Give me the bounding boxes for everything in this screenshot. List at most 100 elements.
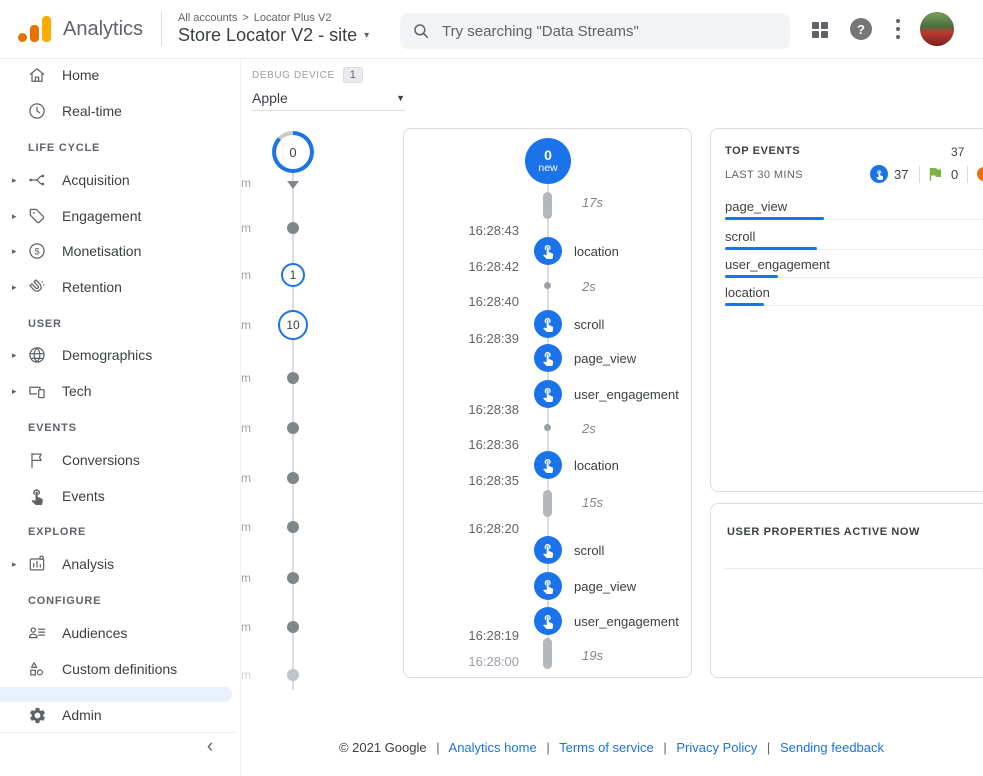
event-node[interactable] [534,607,562,635]
breadcrumb-root[interactable]: All accounts [178,12,237,24]
touch-icon [540,243,556,259]
property-name[interactable]: Store Locator V2 - site [178,25,357,46]
sidebar-item-engagement[interactable]: ▸ Engagement [0,199,240,233]
event-bar [725,303,764,306]
minutes-marker-icon [287,181,299,189]
apps-grid-icon[interactable] [812,22,828,38]
sidebar-section-lifecycle: LIFE CYCLE [28,134,100,162]
stream-gap-segment [543,192,552,219]
event-node[interactable] [534,572,562,600]
sidebar-item-custom-definitions[interactable]: Custom definitions [0,646,240,692]
analytics-logo-icon[interactable] [18,16,51,42]
timestamp: 16:28:39 [409,331,519,346]
touch-icon [540,386,556,402]
gear-icon [27,705,47,725]
expand-arrow-icon[interactable]: ▸ [12,559,22,570]
touch-icon [540,613,556,629]
event-count: 37 [894,167,908,182]
footer-link-analytics-home[interactable]: Analytics home [449,740,537,755]
sidebar-item-label: Retention [62,279,188,295]
app-header: Analytics All accounts > Locator Plus V2… [0,0,983,59]
top-event-row[interactable]: scroll [725,229,755,244]
top-event-row[interactable]: user_engagement [725,257,830,272]
expand-arrow-icon[interactable]: ▸ [12,211,22,222]
gap-duration: 2s [582,421,596,436]
sidebar-item-admin[interactable]: Admin [0,698,240,732]
minute-dot[interactable] [287,669,299,681]
event-name[interactable]: scroll [574,317,604,332]
sidebar-item-realtime[interactable]: Real-time [0,94,240,128]
event-node[interactable] [534,536,562,564]
event-bar [725,247,817,250]
footer-link-feedback[interactable]: Sending feedback [780,740,884,755]
expand-arrow-icon[interactable]: ▸ [12,246,22,257]
minutes-timeline-current[interactable]: 0 [272,131,314,173]
sidebar-item-events[interactable]: Events [0,479,240,513]
event-node[interactable] [534,310,562,338]
debug-device-select[interactable]: Apple ▼ [252,86,405,111]
minute-node-value: 1 [290,268,297,282]
expand-arrow-icon[interactable]: ▸ [12,175,22,186]
search-input[interactable] [440,22,774,41]
footer-link-privacy[interactable]: Privacy Policy [676,740,757,755]
debug-device-value: Apple [252,90,288,106]
touch-icon [540,457,556,473]
sidebar-item-retention[interactable]: ▸ Retention [0,270,240,304]
event-node[interactable] [534,451,562,479]
breadcrumb[interactable]: All accounts > Locator Plus V2 [178,12,369,24]
sidebar-item-acquisition[interactable]: ▸ Acquisition [0,163,240,197]
event-bar [725,275,778,278]
avatar[interactable] [920,12,954,46]
expand-arrow-icon[interactable]: ▸ [12,350,22,361]
minute-node-count[interactable]: 10 [278,310,308,340]
expand-arrow-icon[interactable]: ▸ [12,282,22,293]
minute-dot[interactable] [287,572,299,584]
top-event-row[interactable]: location [725,285,770,300]
sidebar-item-label: Events [62,488,188,504]
breadcrumb-account[interactable]: Locator Plus V2 [254,12,332,24]
timestamp: 16:28:38 [409,402,519,417]
expand-arrow-icon[interactable]: ▸ [12,386,22,397]
sidebar-collapse-icon[interactable]: ‹ [198,736,222,758]
footer-separator: | [436,740,439,755]
sidebar-item-label: Demographics [62,347,188,363]
event-name[interactable]: scroll [574,543,604,558]
minute-dot[interactable] [287,521,299,533]
sidebar-item-monetisation[interactable]: ▸ $ Monetisation [0,234,240,268]
property-selector[interactable]: Store Locator V2 - site ▾ [178,25,369,46]
more-options-icon[interactable] [896,19,900,43]
event-node[interactable] [534,344,562,372]
event-name[interactable]: user_engagement [574,614,679,629]
timestamp: 16:28:35 [409,473,519,488]
new-events-label: new [538,163,557,174]
sidebar-item-label: Audiences [62,625,188,641]
sidebar-item-analysis[interactable]: ▸ Analysis [0,547,240,581]
minute-dot[interactable] [287,372,299,384]
timestamp: 16:28:36 [409,437,519,452]
sidebar-item-tech[interactable]: ▸ Tech [0,374,240,408]
minute-dot[interactable] [287,472,299,484]
new-events-badge[interactable]: 0 new [525,138,571,184]
minute-dot[interactable] [287,422,299,434]
help-icon[interactable]: ? [850,18,872,40]
event-name[interactable]: location [574,458,619,473]
sidebar-item-demographics[interactable]: ▸ Demographics [0,338,240,372]
top-event-row[interactable]: page_view [725,199,787,214]
event-bar [725,217,824,220]
sidebar-item-audiences[interactable]: Audiences [0,616,240,650]
minute-node-count[interactable]: 1 [281,263,305,287]
audiences-icon [27,623,47,643]
event-name[interactable]: page_view [574,579,636,594]
stream-gap-segment [543,490,552,517]
event-node[interactable] [534,380,562,408]
event-node[interactable] [534,237,562,265]
event-name[interactable]: page_view [574,351,636,366]
event-name[interactable]: location [574,244,619,259]
sidebar-item-home[interactable]: Home [0,58,240,92]
sidebar-item-conversions[interactable]: Conversions [0,443,240,477]
footer-link-terms[interactable]: Terms of service [559,740,654,755]
search-bar[interactable] [400,13,790,49]
event-name[interactable]: user_engagement [574,387,679,402]
minute-dot[interactable] [287,222,299,234]
minute-dot[interactable] [287,621,299,633]
